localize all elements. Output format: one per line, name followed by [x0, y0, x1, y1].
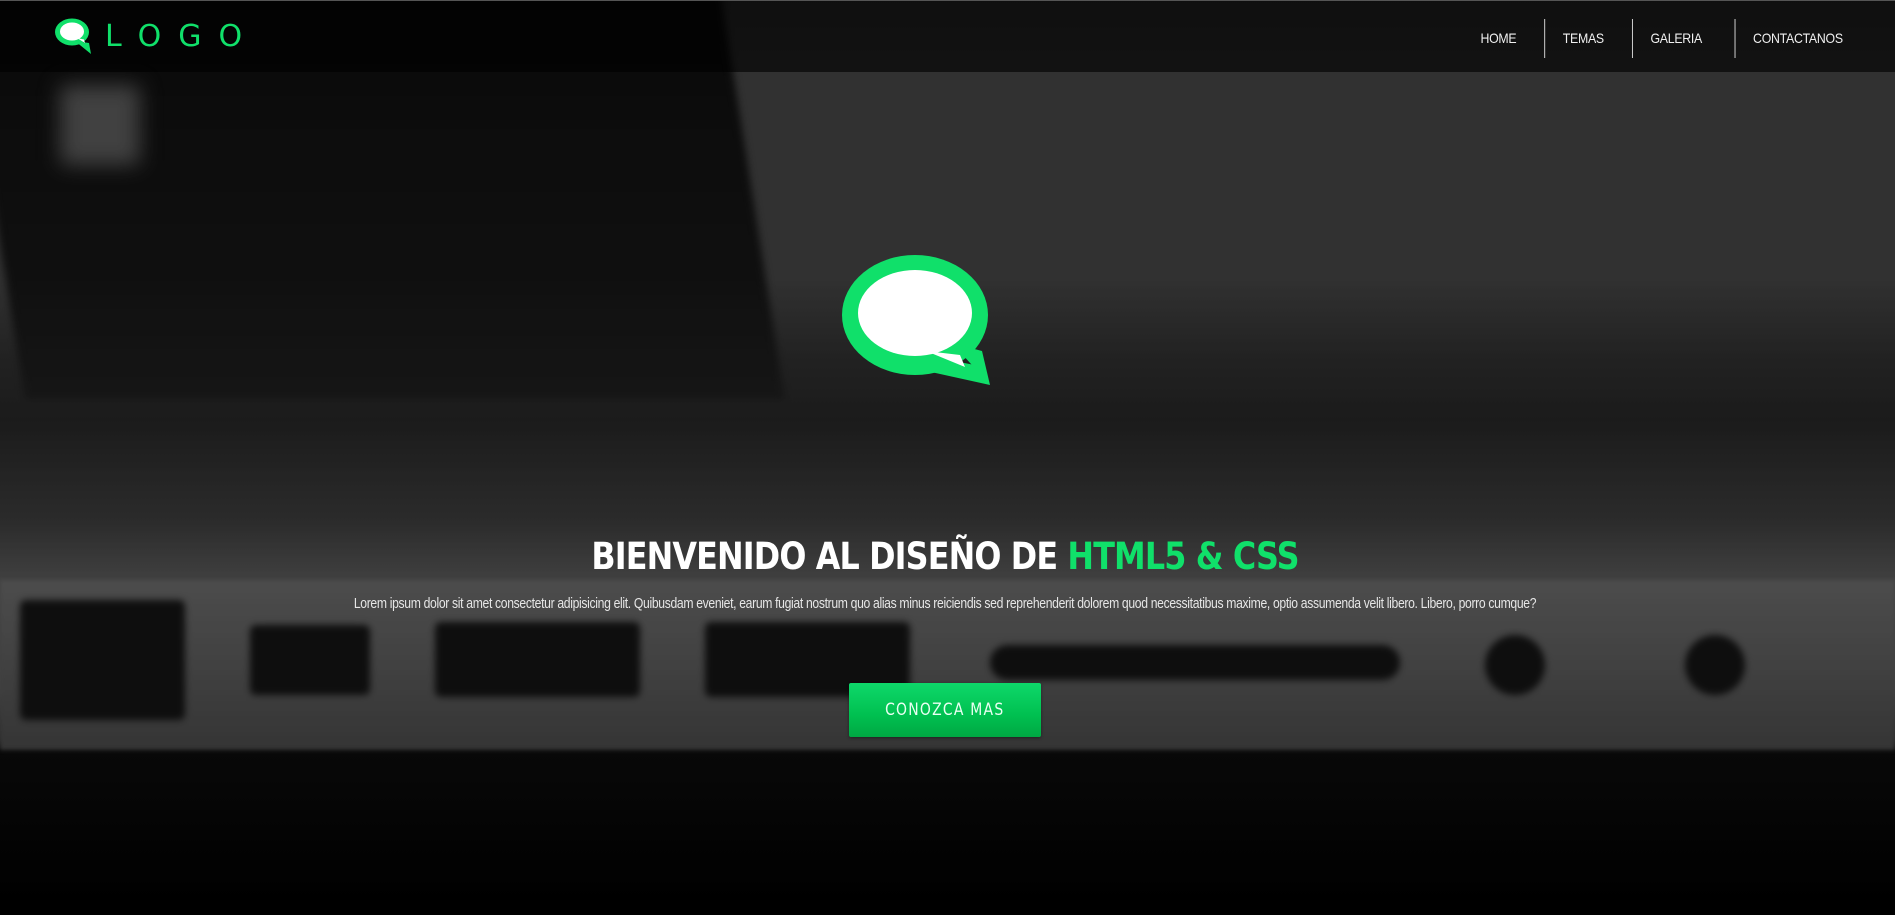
nav-item-galeria[interactable]: GALERIA — [1632, 19, 1720, 58]
chat-bubble-icon — [842, 255, 990, 385]
nav-item-temas[interactable]: TEMAS — [1543, 19, 1621, 58]
main-nav: HOME TEMAS GALERIA CONTACTANOS — [1458, 19, 1869, 58]
hero-description: Lorem ipsum dolor sit amet consectetur a… — [353, 596, 1537, 612]
site-header: LOGO HOME TEMAS GALERIA CONTACTANOS — [0, 0, 1895, 72]
logo-text: LOGO — [105, 18, 260, 54]
background-overlay — [0, 0, 1895, 915]
hero-title-accent: HTML5 & CSS — [1067, 535, 1299, 578]
nav-item-contactanos[interactable]: CONTACTANOS — [1734, 19, 1861, 58]
nav-item-home[interactable]: HOME — [1463, 19, 1534, 58]
chat-bubble-icon — [55, 18, 91, 54]
hero-title: BIENVENIDO AL DISEÑO DE HTML5 & CSS — [132, 535, 1757, 578]
logo-link[interactable]: LOGO — [53, 17, 259, 55]
hero-background-image — [0, 0, 1895, 915]
landing-page: LOGO HOME TEMAS GALERIA CONTACTANOS BIEN… — [0, 0, 1895, 915]
hero-title-main: BIENVENIDO AL DISEÑO DE — [591, 535, 1068, 578]
learn-more-button-label: CONOZCA MAS — [885, 700, 1005, 720]
learn-more-button[interactable]: CONOZCA MAS — [849, 683, 1041, 737]
